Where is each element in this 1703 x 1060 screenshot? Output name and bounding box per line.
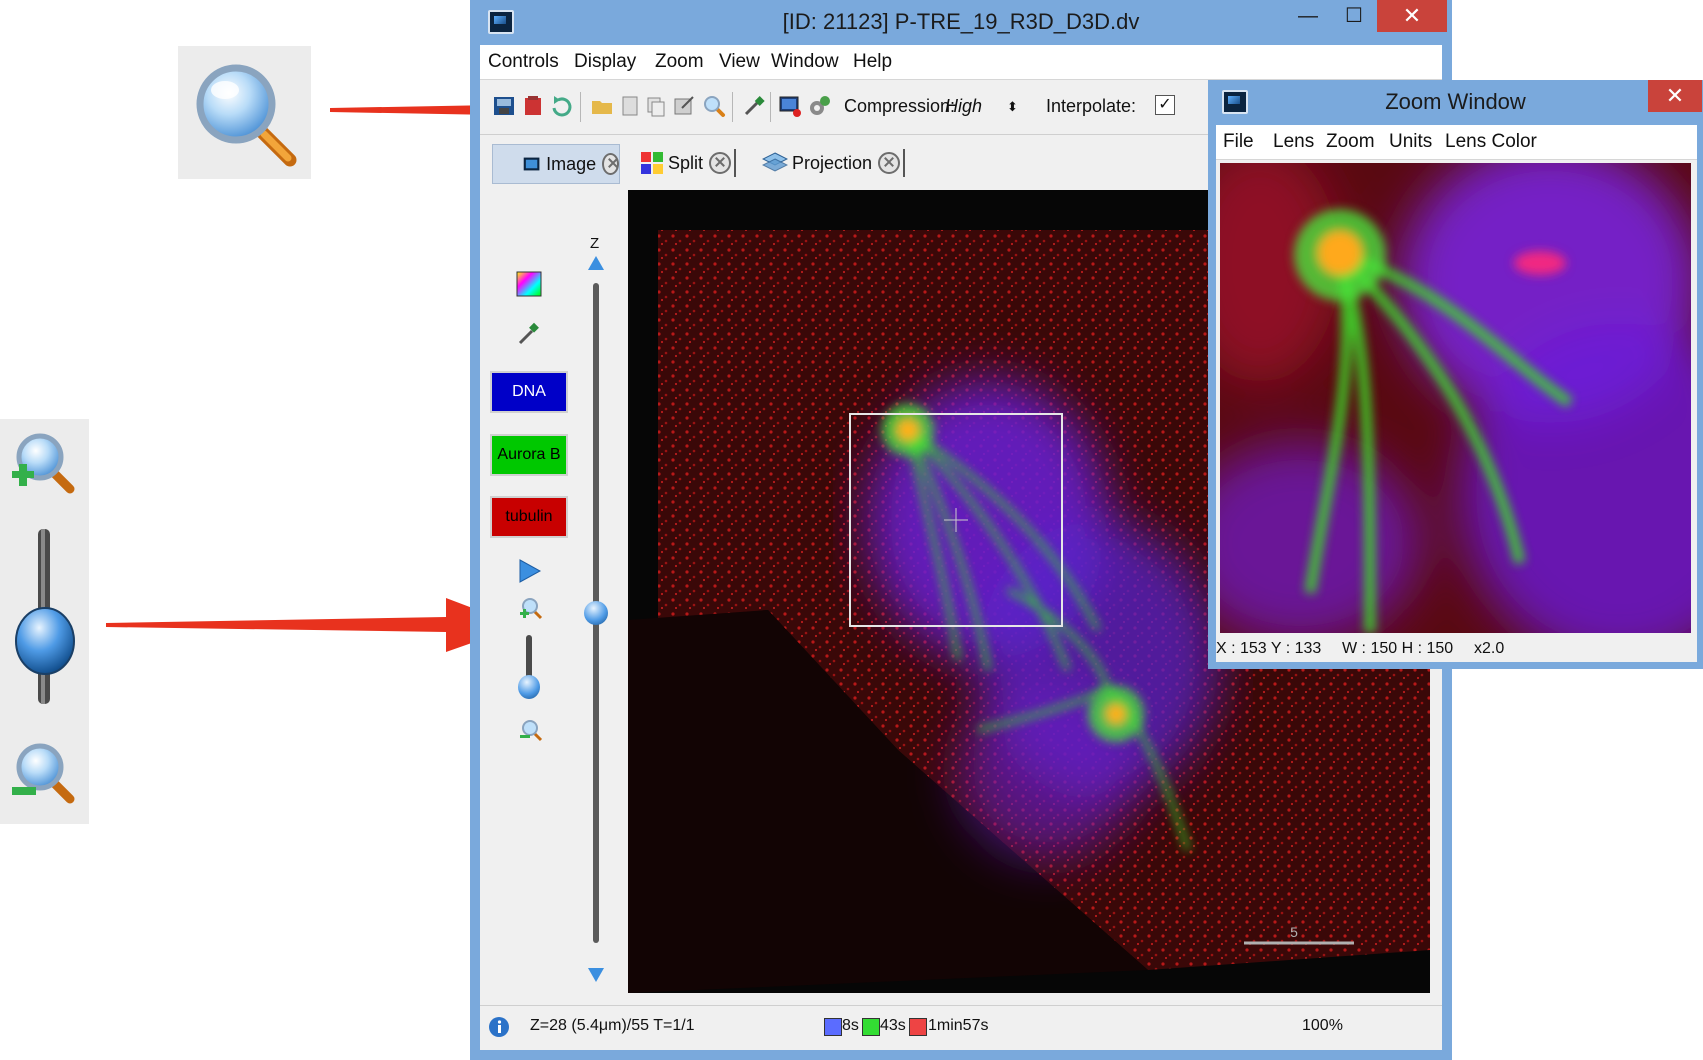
channel-label: tubulin bbox=[505, 508, 553, 525]
open-folder-icon[interactable] bbox=[590, 94, 614, 118]
lens-size: W : 150 H : 150 bbox=[1342, 640, 1454, 657]
callout-magnifier bbox=[178, 46, 311, 179]
menu-lens-color[interactable]: Lens Color bbox=[1445, 131, 1537, 153]
channel-label: Aurora B bbox=[497, 446, 561, 463]
channel-time-green: 43s bbox=[880, 1017, 906, 1034]
delete-icon[interactable] bbox=[522, 94, 546, 118]
z-down-arrow-icon[interactable] bbox=[587, 967, 605, 983]
tab-close-icon[interactable] bbox=[602, 153, 619, 175]
zoom-window: Zoom Window ✕ File Lens Zoom Units Lens … bbox=[1208, 80, 1703, 669]
toolbar-separator bbox=[732, 92, 733, 122]
menu-display[interactable]: Display bbox=[574, 51, 636, 73]
maximize-button[interactable]: ☐ bbox=[1331, 0, 1377, 32]
copy-icon[interactable] bbox=[644, 94, 668, 118]
toolbar-separator bbox=[580, 92, 581, 122]
menu-view[interactable]: View bbox=[719, 51, 760, 73]
magnifier-icon bbox=[196, 64, 297, 167]
menu-controls[interactable]: Controls bbox=[488, 51, 559, 73]
menu-zoom[interactable]: Zoom bbox=[1326, 131, 1375, 153]
menu-units[interactable]: Units bbox=[1389, 131, 1432, 153]
tool-column: DNA Aurora B tubulin bbox=[480, 185, 580, 1005]
channel-label: DNA bbox=[512, 383, 546, 400]
channel-swatch-blue bbox=[824, 1018, 842, 1036]
zoom-menu-bar: File Lens Zoom Units Lens Color bbox=[1216, 125, 1697, 160]
zoom-strip-illustration bbox=[12, 433, 75, 804]
pipette-icon[interactable] bbox=[742, 94, 766, 118]
compression-value[interactable]: High bbox=[945, 96, 982, 117]
zoom-status-bar: X : 153 Y : 133 W : 150 H : 150 x2.0 bbox=[1216, 636, 1697, 662]
tab-divider bbox=[734, 149, 737, 177]
refresh-icon[interactable] bbox=[550, 94, 574, 118]
tab-close-icon[interactable] bbox=[709, 152, 732, 174]
zoomed-micrograph bbox=[1220, 163, 1691, 633]
tab-projection[interactable]: Projection bbox=[762, 144, 922, 182]
scale-bar-label: 5 bbox=[1290, 924, 1298, 940]
z-slider: Z bbox=[580, 185, 614, 1045]
menu-file[interactable]: File bbox=[1223, 131, 1254, 153]
magnifier-icon[interactable] bbox=[702, 94, 726, 118]
zoom-slider-knob[interactable] bbox=[518, 675, 540, 699]
toolbar-separator bbox=[770, 92, 771, 122]
menu-zoom[interactable]: Zoom bbox=[655, 51, 704, 73]
screenshot-icon[interactable] bbox=[778, 94, 802, 118]
lens-zoom-factor: x2.0 bbox=[1474, 640, 1505, 657]
split-grid-icon bbox=[641, 152, 663, 174]
callout-zoom-strip bbox=[0, 419, 89, 824]
zoom-out-icon[interactable] bbox=[518, 717, 544, 743]
channel-swatch-green bbox=[862, 1018, 880, 1036]
zoom-window-client: File Lens Zoom Units Lens Color X: 153 … bbox=[1216, 125, 1697, 662]
menu-window[interactable]: Window bbox=[771, 51, 839, 73]
z-slider-knob[interactable] bbox=[584, 601, 608, 625]
status-bar: Z=28 (5.4μm)/55 T=1/1 8s 43s 1min57s 100… bbox=[480, 1005, 1442, 1048]
document-icon[interactable] bbox=[618, 94, 642, 118]
image-tab-icon bbox=[523, 157, 540, 171]
interpolate-checkbox[interactable]: ✓ bbox=[1155, 95, 1175, 115]
tab-divider bbox=[903, 149, 906, 177]
projection-layers-icon bbox=[762, 152, 788, 172]
menu-lens[interactable]: Lens bbox=[1273, 131, 1314, 153]
info-icon[interactable] bbox=[488, 1016, 510, 1038]
save-icon[interactable] bbox=[492, 94, 516, 118]
channel-button-dna[interactable]: DNA bbox=[490, 371, 568, 413]
channel-time-red: 1min57s bbox=[928, 1017, 989, 1034]
menu-bar: Controls Display Zoom View Window Help bbox=[480, 45, 1442, 80]
channel-time-blue: 8s bbox=[842, 1017, 859, 1034]
tab-split-label: Split bbox=[668, 152, 704, 173]
settings-icon[interactable] bbox=[808, 94, 832, 118]
channel-button-tubulin[interactable]: tubulin bbox=[490, 496, 568, 538]
close-button[interactable]: ✕ bbox=[1648, 80, 1702, 112]
color-picker-icon[interactable] bbox=[516, 271, 542, 297]
zoom-window-title: Zoom Window bbox=[1385, 89, 1526, 114]
menu-help[interactable]: Help bbox=[853, 51, 892, 73]
close-button[interactable]: ✕ bbox=[1377, 0, 1447, 32]
tab-split[interactable]: Split bbox=[640, 144, 750, 182]
pointer-arrow-middle bbox=[106, 598, 520, 652]
tab-projection-label: Projection bbox=[792, 152, 873, 173]
play-icon[interactable] bbox=[518, 558, 542, 584]
channel-swatch-red bbox=[909, 1018, 927, 1036]
image-edit-icon[interactable] bbox=[672, 94, 696, 118]
zoom-out-icon bbox=[12, 743, 75, 804]
zoom-in-icon[interactable] bbox=[518, 595, 544, 621]
lens-coordinates: X : 153 Y : 133 bbox=[1216, 640, 1322, 657]
title-bar[interactable]: [ID: 21123] P-TRE_19_R3D_D3D.dv — ☐ ✕ bbox=[470, 0, 1452, 45]
zoom-image[interactable] bbox=[1220, 163, 1691, 633]
minimize-button[interactable]: — bbox=[1285, 0, 1331, 32]
tab-image[interactable]: Image bbox=[492, 144, 620, 184]
tab-image-label: Image bbox=[546, 153, 597, 174]
zoom-percentage: 100% bbox=[1302, 1017, 1343, 1034]
zoom-slider-icon bbox=[15, 529, 75, 704]
position-readout: Z=28 (5.4μm)/55 T=1/1 bbox=[530, 1017, 695, 1034]
compression-label: Compression: bbox=[844, 96, 956, 116]
tab-close-icon[interactable] bbox=[878, 152, 901, 174]
interpolate-label: Interpolate: bbox=[1046, 96, 1137, 116]
pipette-icon[interactable] bbox=[516, 321, 542, 347]
channel-button-aurora-b[interactable]: Aurora B bbox=[490, 434, 568, 476]
zoom-in-icon bbox=[12, 433, 75, 494]
z-slider-label: Z bbox=[590, 235, 600, 252]
compression-spinner[interactable]: ⬍ bbox=[1007, 99, 1018, 115]
z-up-arrow-icon[interactable] bbox=[587, 255, 605, 271]
